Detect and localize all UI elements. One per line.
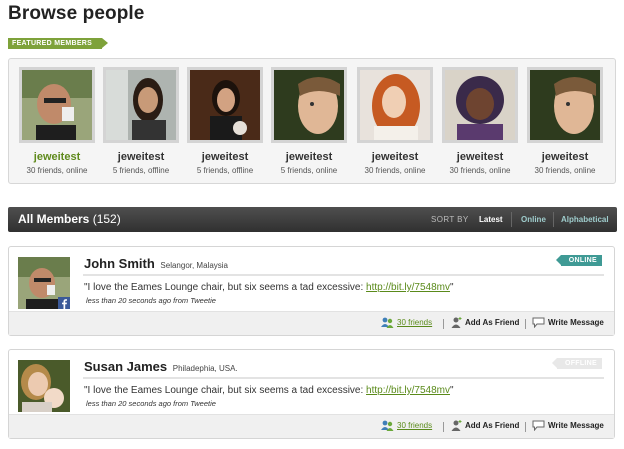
status-link[interactable]: http://bit.ly/7548mv (366, 282, 450, 293)
divider (83, 274, 604, 276)
sort-alphabetical-link[interactable]: Alphabetical (561, 215, 609, 224)
write-message-label[interactable]: Write Message (548, 421, 604, 430)
action-separator (525, 319, 526, 329)
status-text-prefix: "I love the Eames Lounge chair, but six … (84, 282, 367, 293)
member-name-row: John Smith Selangor, Malaysia (84, 256, 228, 271)
featured-member-photo[interactable] (187, 67, 263, 143)
person-add-icon (451, 317, 462, 328)
member-photo-image (274, 70, 344, 140)
featured-member-name[interactable]: jeweitest (19, 151, 95, 163)
featured-member-meta: 30 friends, online (364, 166, 426, 175)
status-badge-online: ONLINE (555, 255, 602, 266)
featured-member-photo[interactable] (271, 67, 347, 143)
sort-latest-link[interactable]: Latest (479, 215, 503, 224)
status-text-suffix: " (449, 385, 454, 396)
friends-count-label[interactable]: 30 friends (397, 421, 432, 430)
member-status-text: "I love the Eames Lounge chair, but six … (84, 385, 454, 396)
all-members-label: All Members (18, 212, 90, 226)
status-timestamp: less than 20 seconds ago from Tweetie (86, 296, 216, 305)
member-name-row: Susan James Philadephia, USA. (84, 359, 238, 374)
featured-member-meta: 30 friends, online (534, 166, 596, 175)
all-members-title: All Members (152) (18, 212, 121, 226)
featured-member[interactable]: jeweitest 5 friends, online (271, 67, 347, 175)
member-card-actions: 30 friends Add As Friend Write Message (9, 311, 614, 335)
status-badge-offline: OFFLINE (551, 358, 602, 369)
people-icon (381, 317, 394, 328)
featured-member-meta: 30 friends, online (449, 166, 511, 175)
featured-members-tag: FEATURED MEMBERS (8, 38, 109, 49)
featured-member-meta: 5 friends, online (280, 166, 338, 175)
featured-member[interactable]: jeweitest 30 friends, online (527, 67, 603, 175)
member-photo-image (360, 70, 430, 140)
status-text-suffix: " (449, 282, 454, 293)
member-photo-image (106, 70, 176, 140)
sort-by-label: SORT BY (431, 215, 469, 224)
status-timestamp: less than 20 seconds ago from Tweetie (86, 399, 216, 408)
member-name-link[interactable]: John Smith (84, 256, 155, 271)
featured-member-photo[interactable] (103, 67, 179, 143)
all-members-bar: All Members (152) SORT BY Latest Online … (8, 207, 617, 232)
member-photo-image (445, 70, 515, 140)
facebook-icon (58, 297, 70, 309)
page-title: Browse people (8, 3, 145, 24)
add-friend-label[interactable]: Add As Friend (465, 421, 519, 430)
status-text-prefix: "I love the Eames Lounge chair, but six … (84, 385, 367, 396)
add-friend-button[interactable]: Add As Friend (451, 317, 519, 328)
featured-member-name[interactable]: jeweitest (357, 151, 433, 163)
featured-member[interactable]: jeweitest 30 friends, online (357, 67, 433, 175)
all-members-count: (152) (92, 212, 121, 226)
write-message-button[interactable]: Write Message (532, 317, 604, 328)
featured-member[interactable]: jeweitest 5 friends, offline (103, 67, 179, 175)
featured-member-name[interactable]: jeweitest (442, 151, 518, 163)
member-name-link[interactable]: Susan James (84, 359, 167, 374)
featured-member-meta: 5 friends, offline (196, 166, 254, 175)
member-photo-image (22, 70, 92, 140)
speech-bubble-icon (532, 317, 545, 328)
status-link[interactable]: http://bit.ly/7548mv (366, 385, 450, 396)
friends-count-label[interactable]: 30 friends (397, 318, 432, 327)
sort-separator (511, 212, 512, 227)
featured-member-photo[interactable] (357, 67, 433, 143)
sort-online-link[interactable]: Online (521, 215, 546, 224)
featured-member[interactable]: jeweitest 30 friends, online (442, 67, 518, 175)
featured-member-photo[interactable] (527, 67, 603, 143)
featured-member-photo[interactable] (19, 67, 95, 143)
member-card: Susan James Philadephia, USA. OFFLINE "I… (8, 349, 615, 439)
member-status-text: "I love the Eames Lounge chair, but six … (84, 282, 454, 293)
member-card-actions: 30 friends Add As Friend Write Message (9, 414, 614, 438)
member-card: John Smith Selangor, Malaysia ONLINE "I … (8, 246, 615, 336)
featured-member[interactable]: jeweitest 30 friends, online (19, 67, 95, 175)
featured-members-panel: jeweitest 30 friends, online jeweitest 5… (8, 58, 616, 184)
featured-member-photo[interactable] (442, 67, 518, 143)
friends-count-link[interactable]: 30 friends (381, 317, 432, 328)
people-icon (381, 420, 394, 431)
member-photo-image (190, 70, 260, 140)
action-separator (443, 319, 444, 329)
featured-member-meta: 5 friends, offline (112, 166, 170, 175)
member-location: Philadephia, USA. (172, 364, 238, 373)
action-separator (525, 422, 526, 432)
member-photo-image (530, 70, 600, 140)
featured-member-name[interactable]: jeweitest (103, 151, 179, 163)
featured-member-name[interactable]: jeweitest (271, 151, 347, 163)
add-friend-button[interactable]: Add As Friend (451, 420, 519, 431)
featured-member-name[interactable]: jeweitest (527, 151, 603, 163)
write-message-button[interactable]: Write Message (532, 420, 604, 431)
add-friend-label[interactable]: Add As Friend (465, 318, 519, 327)
featured-member-name[interactable]: jeweitest (187, 151, 263, 163)
divider (83, 377, 604, 379)
speech-bubble-icon (532, 420, 545, 431)
write-message-label[interactable]: Write Message (548, 318, 604, 327)
friends-count-link[interactable]: 30 friends (381, 420, 432, 431)
action-separator (443, 422, 444, 432)
sort-separator (553, 212, 554, 227)
featured-member-meta: 30 friends, online (26, 166, 88, 175)
avatar-image (18, 360, 70, 412)
member-location: Selangor, Malaysia (160, 261, 228, 270)
featured-member[interactable]: jeweitest 5 friends, offline (187, 67, 263, 175)
avatar[interactable] (18, 360, 70, 412)
avatar[interactable] (18, 257, 70, 309)
person-add-icon (451, 420, 462, 431)
